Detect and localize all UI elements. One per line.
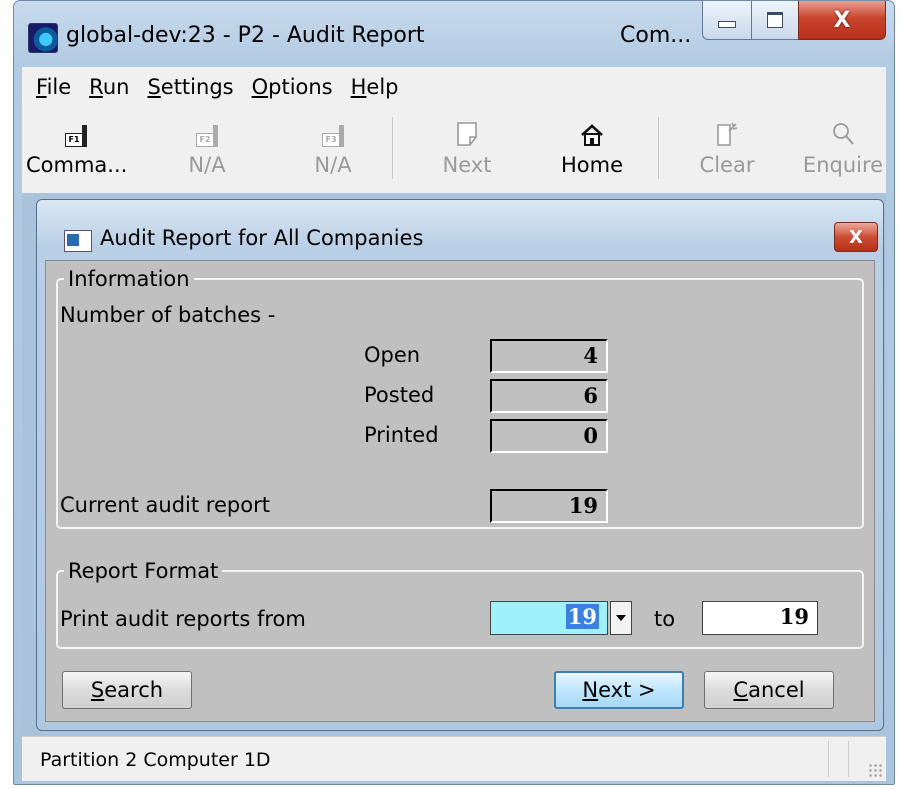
client-area: Audit Report for All Companies X Informa… (22, 193, 886, 736)
commands-button[interactable]: F1 Comma... (26, 111, 128, 187)
posted-label: Posted (364, 383, 435, 407)
menu-bar: File Run Settings Options Help (22, 67, 886, 108)
dialog-title: Audit Report for All Companies (100, 226, 424, 250)
dialog-close-button[interactable]: X (834, 222, 878, 252)
print-from-label: Print audit reports from (60, 607, 306, 631)
clear-label: Clear (699, 153, 755, 177)
home-button[interactable]: Home (547, 111, 637, 187)
status-text: Partition 2 Computer 1D (40, 749, 271, 771)
app-window: global-dev:23 - P2 - Audit Report Com...… (13, 0, 895, 785)
home-label: Home (560, 153, 623, 177)
current-audit-label: Current audit report (60, 493, 270, 517)
search-button[interactable]: Search (62, 671, 192, 709)
enquire-label: Enquire (802, 153, 884, 177)
clear-icon (717, 122, 738, 146)
close-button[interactable]: X (798, 1, 886, 40)
audit-report-dialog: Audit Report for All Companies X Informa… (36, 199, 884, 731)
commands-label: Comma... (26, 153, 128, 177)
status-divider (848, 741, 849, 777)
information-legend: Information (68, 267, 190, 291)
minimize-icon (718, 20, 736, 28)
f3-button[interactable]: F3 N/A (298, 111, 368, 187)
f2-button[interactable]: F2 N/A (172, 111, 242, 187)
menu-options[interactable]: Options (252, 75, 333, 99)
menu-file[interactable]: File (36, 75, 71, 99)
window-title: global-dev:23 - P2 - Audit Report (66, 23, 425, 48)
from-report-dropdown-button[interactable] (610, 601, 632, 635)
printed-label: Printed (364, 423, 439, 447)
status-bar: Partition 2 Computer 1D (22, 736, 886, 781)
minimize-button[interactable] (702, 1, 752, 40)
enquire-button[interactable]: Enquire (800, 111, 886, 187)
status-divider (828, 741, 829, 777)
title-bar[interactable]: global-dev:23 - P2 - Audit Report Com...… (14, 1, 894, 67)
next-button[interactable]: Next > (554, 671, 684, 709)
posted-count-field: 6 (490, 379, 608, 413)
next-toolbar-button[interactable]: Next (432, 111, 502, 187)
resize-grip-icon[interactable] (868, 763, 882, 777)
menu-settings[interactable]: Settings (147, 75, 233, 99)
from-report-input[interactable]: 19 (490, 601, 608, 635)
open-label: Open (364, 343, 421, 367)
next-toolbar-label: Next (442, 153, 492, 177)
maximize-icon (767, 12, 783, 28)
home-icon (581, 124, 603, 146)
magnifier-icon (833, 123, 854, 145)
open-count-field: 4 (490, 339, 608, 373)
f1-key-icon: F1 (65, 125, 87, 147)
chevron-down-icon (616, 615, 626, 621)
f2-label: N/A (188, 153, 226, 177)
app-icon[interactable] (28, 23, 58, 53)
menu-help[interactable]: Help (351, 75, 399, 99)
toolbar: F1 Comma... F2 N/A F3 N/A Next Home Clea… (22, 107, 886, 193)
current-audit-field: 19 (490, 489, 608, 523)
window-title-extra: Com... (620, 23, 692, 48)
dialog-body: Information Number of batches - Open 4 P… (45, 260, 875, 722)
f2-key-icon: F2 (196, 125, 218, 147)
toolbar-separator (392, 117, 393, 179)
clear-button[interactable]: Clear (690, 111, 764, 187)
cancel-button[interactable]: Cancel (704, 671, 834, 709)
report-format-legend: Report Format (68, 559, 219, 583)
close-icon: X (833, 7, 851, 33)
batches-label: Number of batches - (60, 303, 276, 327)
dialog-window-icon (64, 230, 92, 252)
from-report-value: 19 (565, 604, 599, 629)
to-label: to (654, 607, 676, 631)
printed-count-field: 0 (490, 419, 608, 453)
next-page-icon (457, 122, 477, 146)
close-icon: X (849, 226, 863, 248)
maximize-button[interactable] (751, 1, 799, 40)
toolbar-separator (658, 117, 659, 179)
f3-key-icon: F3 (322, 125, 344, 147)
menu-run[interactable]: Run (89, 75, 129, 99)
f3-label: N/A (314, 153, 352, 177)
to-report-input[interactable]: 19 (702, 601, 818, 635)
